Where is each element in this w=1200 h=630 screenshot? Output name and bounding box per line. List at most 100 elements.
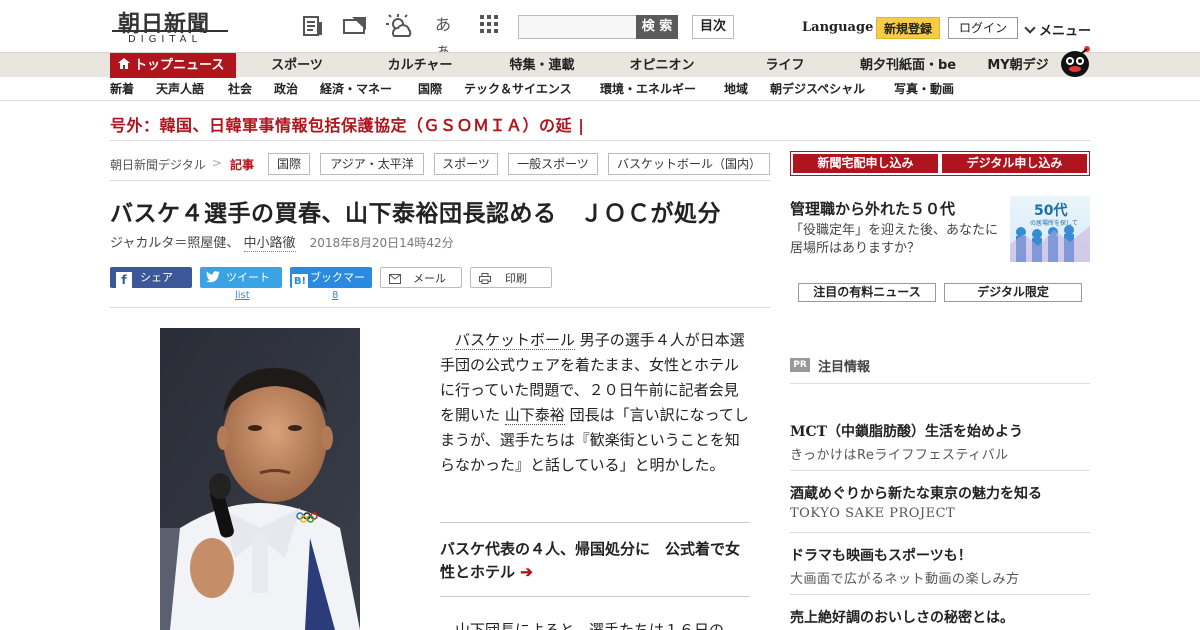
article-photo[interactable] — [160, 328, 360, 630]
share-label: メール — [413, 272, 446, 285]
divider — [790, 594, 1090, 595]
breaking-news-ticker[interactable]: 号外：韓国、日韓軍事情報包括保護協定（ＧＳＯＭＩＡ）の延 | — [110, 112, 584, 136]
pr-item-subtitle[interactable]: きっかけはReライフフェスティバル — [790, 444, 1009, 463]
tag-sports[interactable]: スポーツ — [434, 153, 498, 175]
nav-item-life[interactable]: ライフ — [760, 53, 810, 78]
nav-item-top-news[interactable]: トップニュース — [110, 53, 236, 78]
ad-image[interactable]: 50代 の居場所を探して — [1010, 196, 1090, 262]
search-input[interactable] — [518, 15, 638, 39]
author-link[interactable]: 中小路徹 — [243, 236, 296, 252]
subnav-item-new[interactable]: 新着 — [110, 78, 134, 101]
facebook-icon: f — [116, 272, 132, 288]
divider — [110, 140, 1090, 141]
language-link[interactable]: Language — [802, 20, 873, 35]
divider — [110, 180, 770, 181]
twitter-icon — [206, 269, 220, 290]
pr-item-subtitle[interactable]: TOKYO SAKE PROJECT — [790, 506, 955, 521]
nav-item-opinion[interactable]: オピニオン — [622, 53, 702, 78]
featured-paid-news-button[interactable]: 注目の有料ニュース — [798, 283, 936, 302]
pr-section-title: 注目情報 — [818, 360, 871, 375]
pr-badge: PR — [790, 358, 810, 372]
divider — [110, 307, 770, 308]
keyword-link[interactable]: 山下泰裕 — [504, 406, 565, 425]
pr-item-title[interactable]: 売上絶好調のおいしさの秘密とは。 — [790, 607, 1014, 627]
ad-title[interactable]: 管理職から外れた５０代 — [790, 198, 955, 219]
home-icon — [118, 53, 130, 78]
related-title: バスケ代表の４人、帰国処分に 公式着で女性とホテル — [440, 540, 741, 581]
arrow-right-icon: ➔ — [520, 563, 533, 581]
text-size-icon[interactable]: あぁ — [430, 12, 456, 60]
menu-button[interactable]: メニュー — [1024, 20, 1092, 39]
tag-asia-pacific[interactable]: アジア・太平洋 — [320, 153, 424, 175]
subnav-item-special[interactable]: 朝デジスペシャル — [770, 78, 865, 101]
menu-label: メニュー — [1039, 24, 1092, 39]
divider — [790, 383, 1090, 384]
subnav-item-economy[interactable]: 経済・マネー — [320, 78, 392, 101]
nav-item-features[interactable]: 特集・連載 — [500, 53, 584, 78]
hatena-count[interactable]: 8 — [332, 290, 338, 301]
grid-menu-icon[interactable] — [476, 14, 502, 40]
author: ジャカルタ＝照屋健、 — [110, 236, 240, 251]
login-button[interactable]: ログイン — [948, 17, 1018, 39]
tag-basketball[interactable]: バスケットボール（国内） — [608, 153, 770, 175]
logo-rule — [112, 30, 228, 32]
header: 朝日新聞 DIGITAL あぁ 検 索 目次 Language 新規登録 ログイ… — [0, 0, 1200, 60]
subnav-item-region[interactable]: 地域 — [724, 78, 748, 101]
site-logo[interactable]: 朝日新聞 DIGITAL — [112, 6, 232, 46]
signup-button[interactable]: 新規登録 — [876, 17, 940, 39]
pr-item-title[interactable]: MCT（中鎖脂肪酸）生活を始めよう — [790, 421, 1023, 441]
breadcrumb-separator: > — [212, 156, 223, 170]
hatena-icon: B! — [292, 274, 308, 290]
pr-item-title[interactable]: ドラマも映画もスポーツも！ — [790, 545, 972, 565]
print-button[interactable]: 印刷 — [470, 267, 552, 288]
share-label: シェア — [140, 271, 173, 284]
subnav-item-photo-video[interactable]: 写真・動画 — [894, 78, 954, 101]
sub-nav: 新着 天声人語 社会 政治 経済・マネー 国際 テック＆サイエンス 環境・エネル… — [0, 78, 1200, 101]
nav-item-culture[interactable]: カルチャー — [380, 53, 460, 78]
mail-icon — [389, 270, 401, 291]
share-label: 印刷 — [505, 272, 527, 285]
hatena-bookmark-button[interactable]: B! ブックマーク — [290, 267, 372, 307]
breadcrumb-site[interactable]: 朝日新聞デジタル — [110, 156, 206, 173]
divider — [790, 532, 1090, 533]
tag-international[interactable]: 国際 — [268, 153, 310, 175]
article-body-paragraph: 山下団長によると、選手たちは１６日の — [440, 621, 724, 630]
publish-date: 2018年8月20日14時42分 — [309, 236, 454, 250]
subscribe-digital-button[interactable]: デジタル申し込み — [942, 154, 1087, 173]
divider — [440, 522, 750, 523]
toc-button[interactable]: 目次 — [692, 15, 734, 39]
subnav-item-tenseijingo[interactable]: 天声人語 — [156, 78, 204, 101]
nav-item-newspaper[interactable]: 朝夕刊紙面・be — [858, 53, 958, 78]
main-nav: トップニュース スポーツ カルチャー 特集・連載 オピニオン ライフ 朝夕刊紙面… — [0, 52, 1200, 78]
logo-text-en: DIGITAL — [128, 34, 203, 45]
tag-general-sports[interactable]: 一般スポーツ — [508, 153, 598, 175]
subnav-item-society[interactable]: 社会 — [228, 78, 252, 101]
subscribe-box: 新聞宅配申し込み デジタル申し込み — [790, 151, 1090, 176]
mail-share-button[interactable]: メール — [380, 267, 462, 288]
mascot-icon[interactable] — [1058, 44, 1092, 78]
ad-text[interactable]: 「役職定年」を迎えた後、あなたに居場所はありますか？ — [790, 222, 1002, 258]
keyword-link[interactable]: バスケットボール — [455, 331, 576, 350]
search-button[interactable]: 検 索 — [636, 15, 678, 39]
subscribe-paper-button[interactable]: 新聞宅配申し込み — [793, 154, 938, 173]
newspaper-icon[interactable] — [300, 14, 326, 40]
facebook-share-button[interactable]: f シェア — [110, 267, 192, 288]
twitter-count[interactable]: list — [235, 290, 250, 301]
byline: ジャカルタ＝照屋健、 中小路徹 2018年8月20日14時42分 — [110, 232, 454, 252]
weather-icon[interactable] — [386, 14, 412, 40]
twitter-share-button[interactable]: ツイート — [200, 267, 282, 288]
digital-exclusive-button[interactable]: デジタル限定 — [944, 283, 1082, 302]
pr-item-title[interactable]: 酒蔵めぐりから新たな東京の魅力を知る — [790, 483, 1042, 503]
related-article-link[interactable]: バスケ代表の４人、帰国処分に 公式着で女性とホテル ➔ — [440, 538, 752, 584]
subnav-item-environment[interactable]: 環境・エネルギー — [600, 78, 696, 101]
breadcrumb-current: 記事 — [230, 158, 255, 172]
article-body-paragraph: バスケットボール 男子の選手４人が日本選手団の公式ウェアを着たまま、女性とホテル… — [440, 328, 752, 478]
subnav-item-international[interactable]: 国際 — [418, 78, 442, 101]
pr-item-subtitle[interactable]: 大画面で広がるネット動画の楽しみ方 — [790, 568, 1020, 587]
nav-item-my-asahi[interactable]: MY朝デジ — [982, 53, 1054, 78]
subnav-item-tech-science[interactable]: テック＆サイエンス — [464, 78, 572, 101]
nav-item-sports[interactable]: スポーツ — [264, 53, 330, 78]
ticket-icon[interactable] — [342, 14, 368, 40]
chevron-down-icon — [1024, 22, 1036, 34]
subnav-item-politics[interactable]: 政治 — [274, 78, 298, 101]
